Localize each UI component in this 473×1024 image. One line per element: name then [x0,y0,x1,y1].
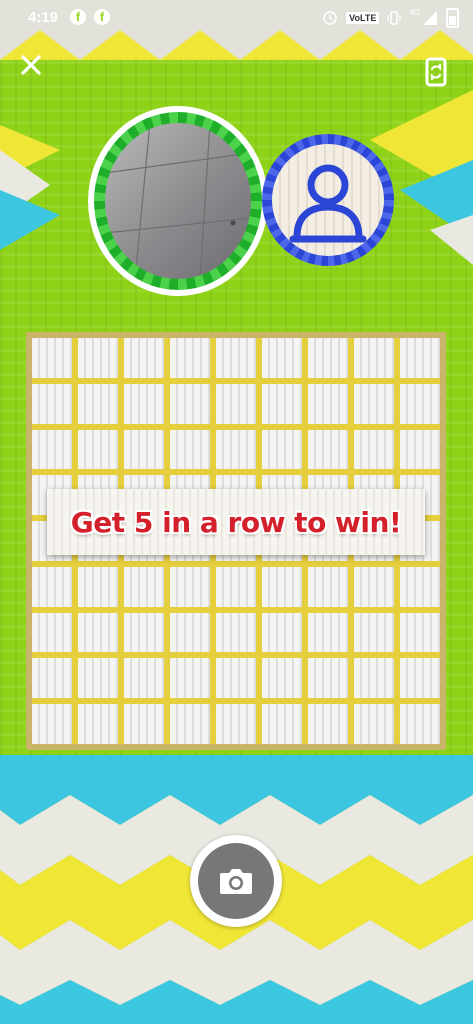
board-cell[interactable] [78,612,118,653]
person-icon [289,164,367,243]
board-cell[interactable] [354,658,394,699]
board-cell[interactable] [124,658,164,699]
board-cell[interactable] [308,566,348,607]
board-cell[interactable] [78,383,118,424]
board-cell[interactable] [308,612,348,653]
board-cell[interactable] [32,704,72,744]
board-cell[interactable] [32,612,72,653]
board-cell[interactable] [124,429,164,470]
player-avatar [88,106,268,296]
flip-camera-button[interactable] [421,55,451,89]
player-camera-photo [105,123,251,279]
board-cell[interactable] [124,566,164,607]
vibrate-icon [387,11,401,25]
board-cell[interactable] [78,704,118,744]
board-cell[interactable] [32,383,72,424]
board-cell[interactable] [308,383,348,424]
player-ring [94,112,262,290]
board-cell[interactable] [78,658,118,699]
instruction-text: Get 5 in a row to win! [70,505,402,539]
board-cell[interactable] [400,338,440,378]
board-cell[interactable] [216,429,256,470]
board-cell[interactable] [262,658,302,699]
close-icon [21,55,41,75]
board-cell[interactable] [32,429,72,470]
board-cell[interactable] [32,566,72,607]
board-cell[interactable] [170,612,210,653]
battery-icon [446,8,459,28]
board-cell[interactable] [400,429,440,470]
board-cell[interactable] [170,429,210,470]
board-cell[interactable] [262,338,302,378]
board-cell[interactable] [308,338,348,378]
board-cell[interactable] [308,429,348,470]
ceiling-tiles [105,123,251,279]
board-cell[interactable] [124,383,164,424]
board-cell[interactable] [354,429,394,470]
board-cell[interactable] [124,338,164,378]
board-cell[interactable] [124,704,164,744]
board-cell[interactable] [354,612,394,653]
board-cell[interactable] [170,658,210,699]
facebook-icon: f [94,9,110,25]
board-cell[interactable] [216,658,256,699]
opponent-avatar [262,134,394,266]
board-cell[interactable] [262,383,302,424]
signal-icon [423,11,437,25]
board-cell[interactable] [216,704,256,744]
shutter-inner [198,843,274,919]
board-cell[interactable] [354,704,394,744]
opponent-avatar-inner [272,144,384,256]
board-cell[interactable] [262,566,302,607]
status-time: 4:19 [28,9,59,26]
board-cell[interactable] [262,429,302,470]
board-cell[interactable] [170,338,210,378]
board-cell[interactable] [400,383,440,424]
flip-camera-icon [425,57,447,87]
board-cell[interactable] [216,338,256,378]
board-cell[interactable] [262,704,302,744]
close-button[interactable] [16,50,46,80]
instruction-banner: Get 5 in a row to win! [47,489,425,555]
status-indicators: VoLTE 4G [322,8,459,28]
board-cell[interactable] [32,338,72,378]
board-cell[interactable] [170,704,210,744]
board-cell[interactable] [262,612,302,653]
network-type: 4G [409,8,420,17]
alarm-icon [323,11,337,25]
board-cell[interactable] [216,383,256,424]
camera-shutter-button[interactable] [190,835,282,927]
board-cell[interactable] [78,566,118,607]
volte-badge: VoLTE [346,12,380,24]
board-cell[interactable] [308,658,348,699]
board-cell[interactable] [400,566,440,607]
board-cell[interactable] [216,566,256,607]
board-cell[interactable] [354,566,394,607]
board-cell[interactable] [400,612,440,653]
facebook-icon: f [70,9,86,25]
status-bar: 4:19 f f VoLTE 4G [0,0,473,36]
board-cell[interactable] [124,612,164,653]
board-cell[interactable] [400,658,440,699]
board-cell[interactable] [170,566,210,607]
board-cell[interactable] [308,704,348,744]
board-cell[interactable] [78,429,118,470]
board-cell[interactable] [216,612,256,653]
camera-icon [220,869,252,894]
board-cell[interactable] [32,658,72,699]
board-cell[interactable] [78,338,118,378]
board-cell[interactable] [354,338,394,378]
board-cell[interactable] [354,383,394,424]
board-cell[interactable] [170,383,210,424]
board-cell[interactable] [400,704,440,744]
